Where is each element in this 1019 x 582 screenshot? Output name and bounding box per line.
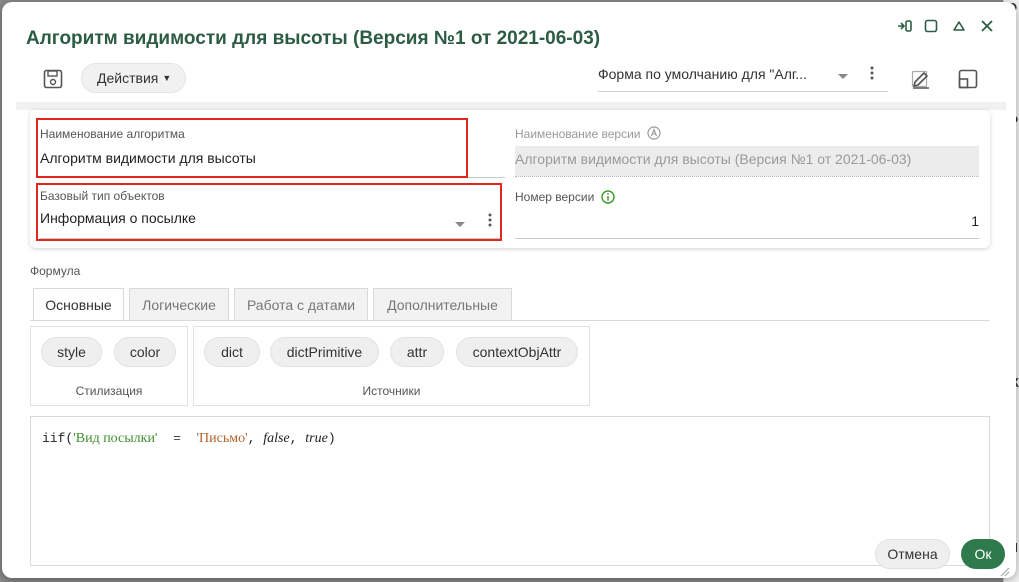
sources-group-caption: Источники <box>362 384 421 398</box>
version-number-underline <box>515 238 979 239</box>
chip-dict-primitive[interactable]: dictPrimitive <box>270 337 379 367</box>
collapse-icon[interactable] <box>950 16 968 36</box>
formula-editor[interactable]: iif('Вид посылки' = 'Письмо', false, tru… <box>30 416 990 566</box>
version-name-label: Наименование версии <box>515 127 641 141</box>
chip-dict[interactable]: dict <box>204 337 260 367</box>
tab-logical[interactable]: Логические <box>129 288 229 320</box>
version-name-field: Алгоритм видимости для высоты (Версия №1… <box>515 146 979 176</box>
sources-group: dict dictPrimitive attr contextObjAttr И… <box>193 326 590 406</box>
close-icon[interactable] <box>978 16 996 36</box>
layout-icon[interactable] <box>957 68 979 90</box>
code-keyword: false <box>263 431 290 446</box>
version-name-value: Алгоритм видимости для высоты (Версия №1… <box>515 151 912 167</box>
highlight-box <box>36 118 468 178</box>
dialog-title: Алгоритм видимости для высоты (Версия №1… <box>26 28 601 49</box>
auto-letter-icon <box>647 126 661 145</box>
dropdown-arrow-icon <box>837 68 849 86</box>
chip-color[interactable]: color <box>114 337 176 367</box>
formula-code: iif('Вид посылки' = 'Письмо', false, tru… <box>42 431 336 447</box>
code-operator: = <box>157 431 197 446</box>
code-keyword: true <box>305 431 328 446</box>
chip-context-obj-attr[interactable]: contextObjAttr <box>456 337 578 367</box>
highlight-box <box>36 183 502 241</box>
code-string: 'Вид посылки' <box>73 431 158 446</box>
resize-grip-icon[interactable] <box>998 564 1010 578</box>
actions-button-label: Действия <box>97 70 159 86</box>
chip-attr[interactable]: attr <box>390 337 444 367</box>
algorithm-dialog: Алгоритм видимости для высоты (Версия №1… <box>2 2 1016 578</box>
form-select[interactable]: Форма по умолчанию для "Алг... <box>598 60 888 92</box>
caret-down-icon: ▼ <box>162 73 172 83</box>
code-function: iif( <box>42 431 74 446</box>
code-string: 'Письмо' <box>196 431 248 446</box>
actions-button[interactable]: Действия ▼ <box>81 63 187 93</box>
edit-icon[interactable] <box>910 68 932 90</box>
cancel-button[interactable]: Отмена <box>875 539 950 569</box>
tab-dates[interactable]: Работа с датами <box>234 288 368 320</box>
tabs-divider <box>30 320 990 321</box>
maximize-icon[interactable] <box>922 16 940 36</box>
toolbar-separator <box>16 102 1006 110</box>
code-separator: , <box>247 431 264 446</box>
code-separator: , <box>289 431 306 446</box>
styling-group: style color Стилизация <box>30 326 188 406</box>
version-number-input[interactable]: 1 <box>962 213 979 229</box>
tab-basic[interactable]: Основные <box>33 288 124 321</box>
form-select-value: Форма по умолчанию для "Алг... <box>598 66 807 82</box>
chip-style[interactable]: style <box>41 337 102 367</box>
formula-label: Формула <box>30 264 81 278</box>
tab-additional[interactable]: Дополнительные <box>373 288 512 320</box>
version-name-underline <box>515 176 979 177</box>
info-icon[interactable] <box>601 190 615 209</box>
code-close-paren: ) <box>327 431 336 446</box>
dock-icon[interactable] <box>896 16 914 36</box>
styling-group-caption: Стилизация <box>75 384 143 398</box>
more-vertical-icon[interactable] <box>870 65 874 86</box>
save-icon[interactable] <box>42 68 64 90</box>
version-number-label: Номер версии <box>515 190 595 204</box>
